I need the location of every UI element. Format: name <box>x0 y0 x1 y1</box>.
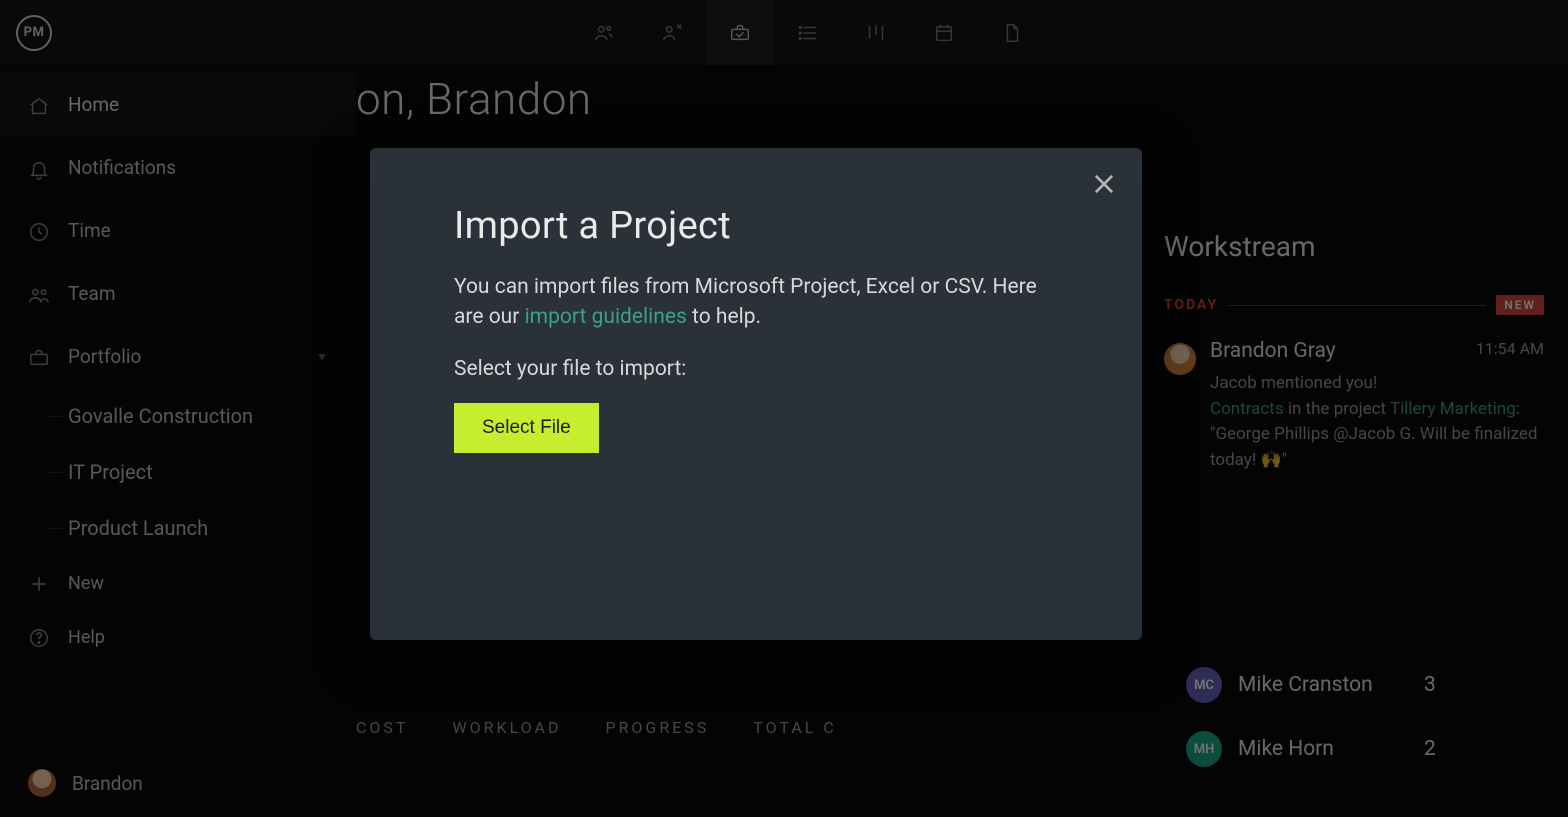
import-guidelines-link[interactable]: import guidelines <box>525 305 687 329</box>
modal-description: You can import files from Microsoft Proj… <box>454 272 1058 333</box>
app-root: PM Home Notifications Time Team <box>0 0 1568 817</box>
select-file-button[interactable]: Select File <box>454 403 599 453</box>
close-icon <box>1090 183 1118 202</box>
select-file-label: Select your file to import: <box>454 357 1058 381</box>
modal-title: Import a Project <box>454 204 1058 248</box>
close-button[interactable] <box>1090 170 1118 202</box>
import-project-modal: Import a Project You can import files fr… <box>370 148 1142 640</box>
